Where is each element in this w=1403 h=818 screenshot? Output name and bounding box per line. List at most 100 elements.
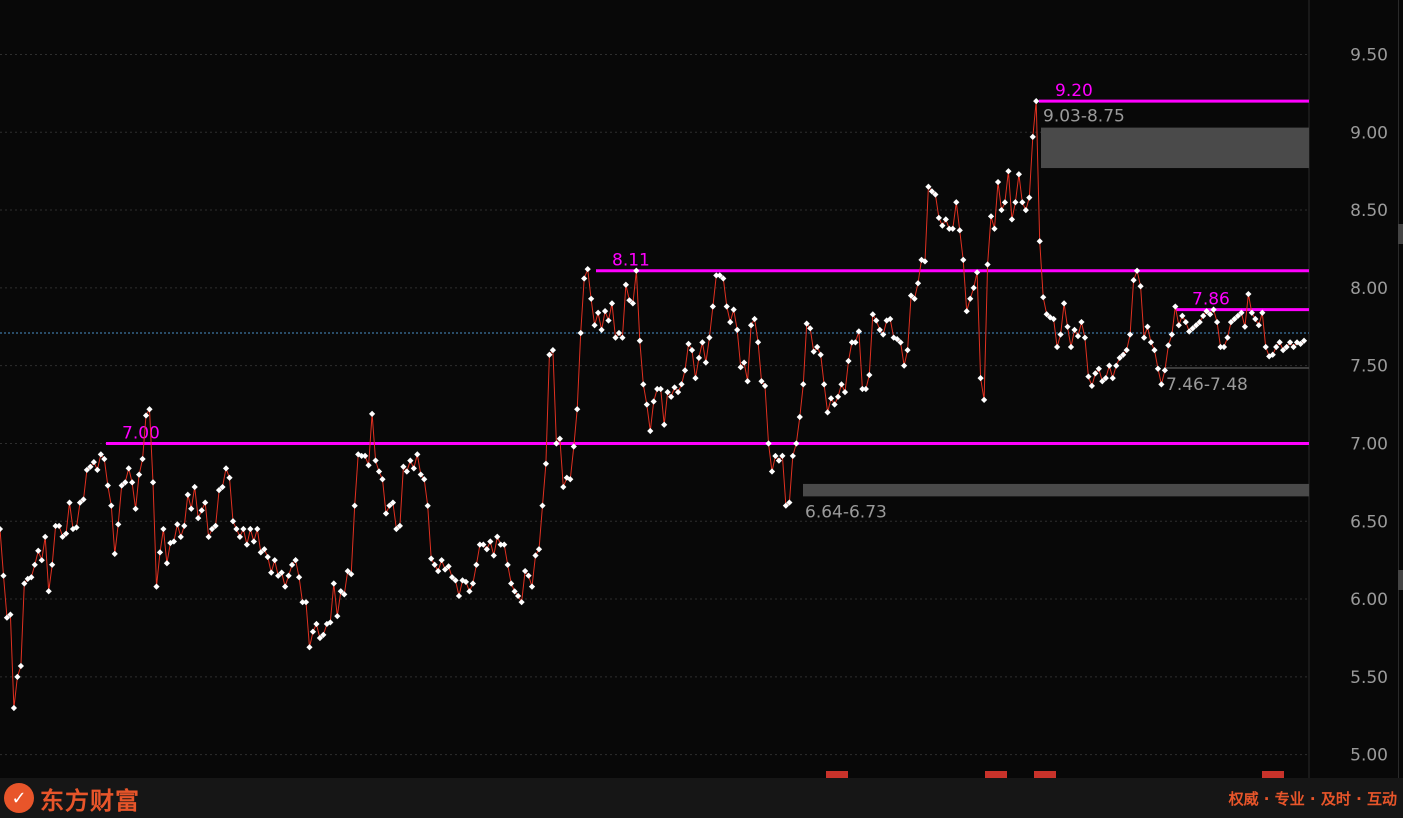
data-point: [108, 502, 115, 509]
data-point: [977, 375, 984, 382]
data-point: [38, 557, 45, 564]
data-point: [1054, 343, 1061, 351]
data-point: [608, 300, 616, 307]
event-marker: [1262, 771, 1284, 778]
data-point: [598, 326, 605, 333]
data-point: [838, 381, 845, 388]
data-point: [372, 457, 379, 464]
data-point: [949, 225, 956, 232]
brand-logo-icon: ✓: [4, 783, 34, 813]
data-point: [643, 401, 650, 408]
price-chart[interactable]: 9.50 9.00 8.50 8.00 7.50 7.00 6.50 6.00 5.50 5.00…: [0, 0, 1403, 778]
data-point: [1130, 276, 1137, 284]
event-marker: [826, 771, 848, 778]
data-point: [987, 213, 995, 220]
data-point: [834, 393, 842, 400]
data-point: [361, 452, 369, 460]
data-point: [1008, 216, 1016, 223]
data-point: [800, 381, 807, 388]
data-point: [1165, 342, 1172, 349]
data-point: [824, 409, 831, 416]
data-point: [727, 319, 734, 326]
data-point: [817, 351, 824, 358]
data-point: [0, 572, 7, 579]
data-point: [518, 599, 525, 606]
y-tick-label: 6.50: [1350, 512, 1388, 532]
data-point: [431, 561, 438, 568]
data-point: [240, 525, 247, 533]
data-point: [139, 455, 146, 463]
data-point: [1175, 322, 1182, 329]
data-point: [494, 533, 501, 540]
y-tick-label: 8.00: [1350, 279, 1388, 299]
data-point: [17, 662, 25, 670]
data-point: [789, 452, 796, 460]
event-marker: [1034, 771, 1056, 778]
data-point: [1213, 318, 1221, 326]
data-point: [901, 362, 908, 369]
data-point: [35, 547, 42, 554]
data-point: [622, 281, 629, 288]
data-point: [163, 560, 171, 567]
data-point: [1182, 318, 1189, 326]
data-point: [734, 326, 741, 333]
y-tick-label: 6.00: [1350, 590, 1388, 610]
data-point: [706, 334, 713, 341]
scroll-handle-bottom[interactable]: [1398, 570, 1403, 590]
data-point: [195, 515, 202, 522]
data-point: [160, 525, 167, 533]
data-point: [661, 421, 668, 428]
data-point: [967, 295, 974, 302]
data-point: [94, 466, 101, 473]
price-zones: 9.03-8.75 6.64-6.73 7.46-7.48: [803, 107, 1309, 522]
data-point: [129, 479, 136, 486]
data-point: [1262, 343, 1269, 351]
data-point: [282, 583, 289, 590]
data-point: [379, 476, 386, 483]
y-tick-label: 8.50: [1350, 201, 1388, 221]
data-point: [914, 280, 922, 287]
data-point: [1144, 323, 1151, 330]
data-point: [845, 357, 852, 365]
price-zone: [1164, 367, 1309, 369]
data-point: [754, 339, 762, 346]
data-point: [591, 322, 598, 329]
data-point: [960, 256, 967, 263]
y-tick-label: 7.50: [1350, 357, 1388, 377]
data-point: [142, 412, 150, 419]
data-point: [490, 552, 497, 559]
price-level-label: 7.86: [1192, 290, 1230, 310]
data-point: [382, 510, 390, 517]
data-point: [560, 483, 567, 491]
data-point: [528, 583, 536, 590]
data-point: [229, 518, 237, 525]
data-point: [1109, 375, 1116, 382]
data-point: [455, 592, 463, 600]
data-point: [991, 225, 998, 232]
data-point: [539, 502, 546, 509]
data-point: [250, 538, 257, 545]
data-point: [1081, 334, 1089, 341]
data-point: [581, 275, 588, 282]
data-point: [970, 284, 977, 291]
data-point: [1137, 283, 1144, 290]
brand-logo[interactable]: ✓ 东方财富: [4, 782, 140, 815]
data-point: [751, 315, 758, 323]
data-point: [0, 525, 4, 533]
event-marker: [985, 771, 1007, 778]
price-axis: 9.50 9.00 8.50 8.00 7.50 7.00 6.50 6.00 5.50 5.00: [1350, 45, 1388, 765]
data-point: [873, 317, 880, 324]
scroll-handle-top[interactable]: [1398, 224, 1403, 244]
data-point: [146, 406, 153, 413]
data-point: [132, 505, 139, 512]
event-markers: [826, 771, 1284, 778]
data-point: [271, 557, 278, 564]
data-point: [1074, 332, 1082, 340]
data-point: [695, 354, 703, 362]
data-point: [414, 451, 421, 458]
data-point: [702, 359, 709, 366]
data-point: [351, 502, 358, 509]
data-point: [636, 337, 643, 344]
data-point: [1026, 194, 1033, 201]
data-point: [202, 499, 209, 506]
